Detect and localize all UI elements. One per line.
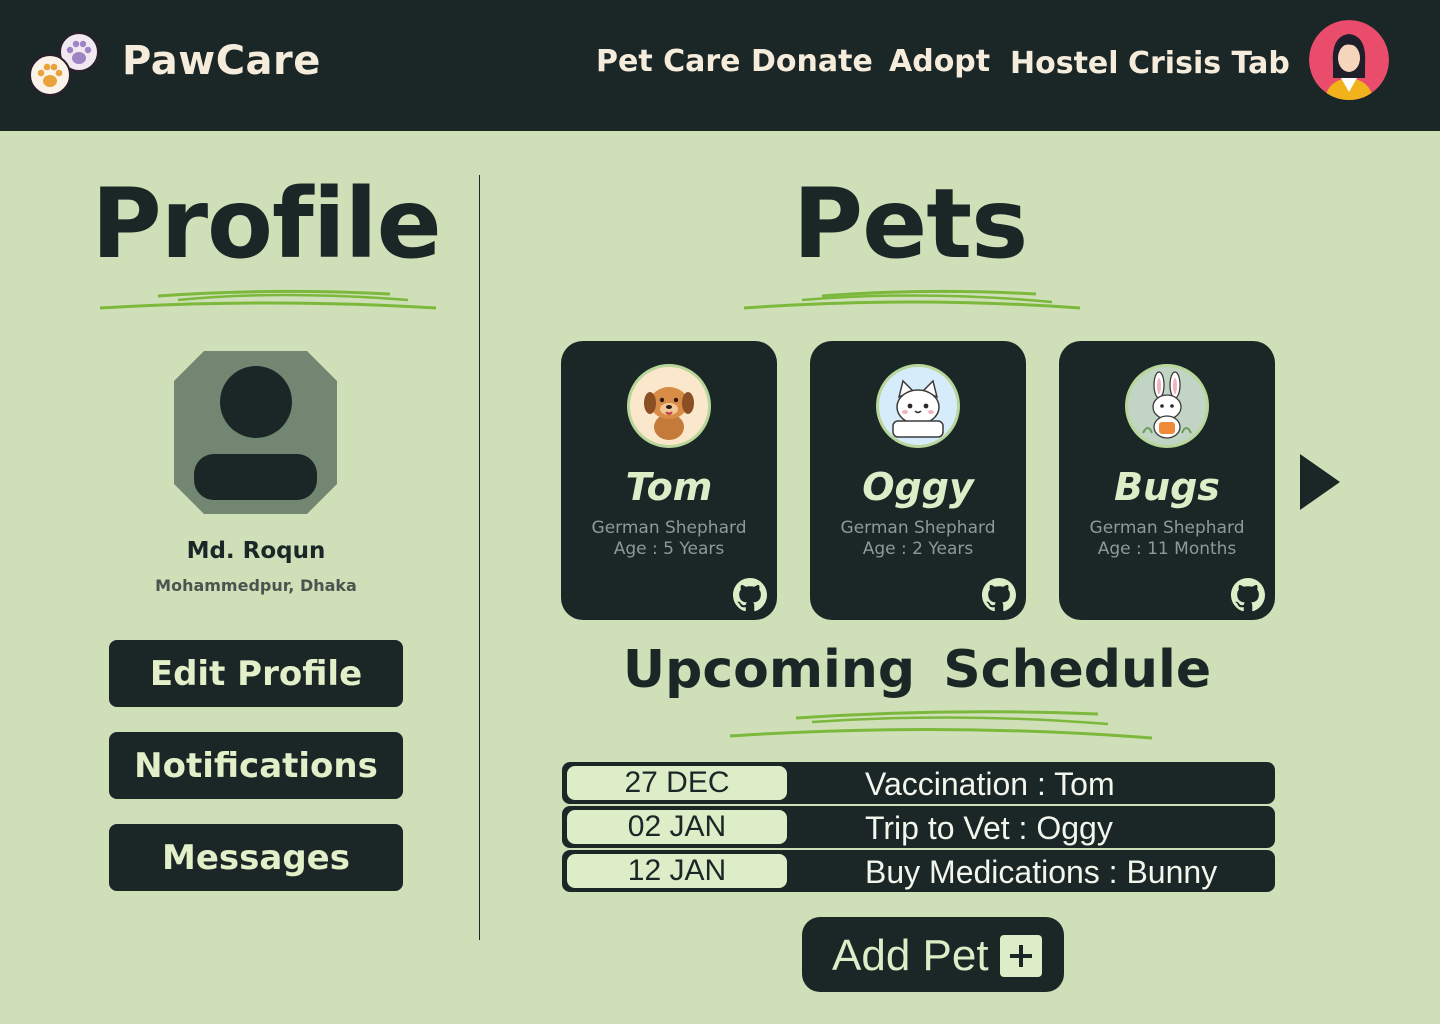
schedule-date: 27 DEC [567, 766, 787, 800]
nav-crisis-tab[interactable]: Crisis Tab [1128, 46, 1290, 81]
user-avatar-icon [1309, 20, 1389, 100]
pet-photo [1125, 364, 1209, 448]
nav-hostel[interactable]: Hostel [1010, 46, 1119, 81]
brand-name: PawCare [122, 38, 321, 84]
schedule-event: Buy Medications : Bunny [865, 854, 1218, 890]
github-icon[interactable] [1231, 578, 1265, 612]
schedule-row[interactable]: 27 DEC Vaccination : Tom [562, 762, 1275, 804]
add-pet-label: Add Pet [832, 931, 989, 980]
pet-age: Age : 11 Months [1097, 539, 1237, 559]
add-pet-button[interactable]: Add Pet [802, 917, 1064, 992]
pet-name: Oggy [862, 465, 974, 509]
pet-photo [627, 364, 711, 448]
pet-card-oggy[interactable]: Oggy German Shephard Age : 2 Years [810, 341, 1026, 620]
pet-breed: German Shephard [1089, 518, 1245, 538]
schedule-underline-scribble [729, 710, 1153, 740]
dog-icon [644, 387, 694, 440]
schedule-date: 02 JAN [567, 810, 787, 844]
messages-button[interactable]: Messages [109, 824, 403, 891]
cat-icon [892, 379, 944, 438]
notifications-button[interactable]: Notifications [109, 732, 403, 799]
github-icon[interactable] [982, 578, 1016, 612]
edit-profile-button[interactable]: Edit Profile [109, 640, 403, 707]
next-arrow-icon[interactable] [1298, 454, 1342, 510]
profile-underline-scribble [99, 289, 437, 310]
nav-adopt[interactable]: Adopt [889, 44, 990, 79]
pet-breed: German Shephard [840, 518, 996, 538]
pet-age: Age : 5 Years [613, 539, 725, 559]
paw-logo-icon [29, 32, 99, 96]
pet-name: Tom [625, 465, 713, 509]
pets-title: Pets [792, 168, 1029, 280]
schedule-event: Trip to Vet : Oggy [865, 810, 1113, 846]
nav-pet-care[interactable]: Pet Care [596, 44, 741, 79]
pet-card-bugs[interactable]: Bugs German Shephard Age : 11 Months [1059, 341, 1275, 620]
schedule-row[interactable]: 02 JAN Trip to Vet : Oggy [562, 806, 1275, 848]
pet-name: Bugs [1114, 465, 1220, 509]
schedule-title: Upcoming Schedule [622, 640, 1212, 700]
profile-location: Mohammedpur, Dhaka [155, 576, 357, 595]
schedule-date: 12 JAN [567, 854, 787, 888]
column-divider [479, 175, 480, 940]
user-avatar[interactable] [1309, 20, 1389, 100]
bunny-icon [1142, 371, 1192, 439]
pet-photo [876, 364, 960, 448]
github-icon[interactable] [733, 578, 767, 612]
pet-breed: German Shephard [591, 518, 747, 538]
plus-icon [1000, 935, 1042, 977]
profile-name: Md. Roqun [186, 538, 326, 564]
pet-card-tom[interactable]: Tom German Shephard Age : 5 Years [561, 341, 777, 620]
pets-underline-scribble [743, 289, 1081, 310]
pet-age: Age : 2 Years [862, 539, 974, 559]
schedule-row[interactable]: 12 JAN Buy Medications : Bunny [562, 850, 1275, 892]
schedule-event: Vaccination : Tom [865, 766, 1115, 802]
nav-donate[interactable]: Donate [751, 44, 873, 79]
top-navbar: PawCare Pet Care Donate Adopt Hostel Cri… [0, 0, 1440, 131]
profile-avatar-icon [174, 351, 337, 514]
profile-title: Profile [91, 168, 441, 280]
